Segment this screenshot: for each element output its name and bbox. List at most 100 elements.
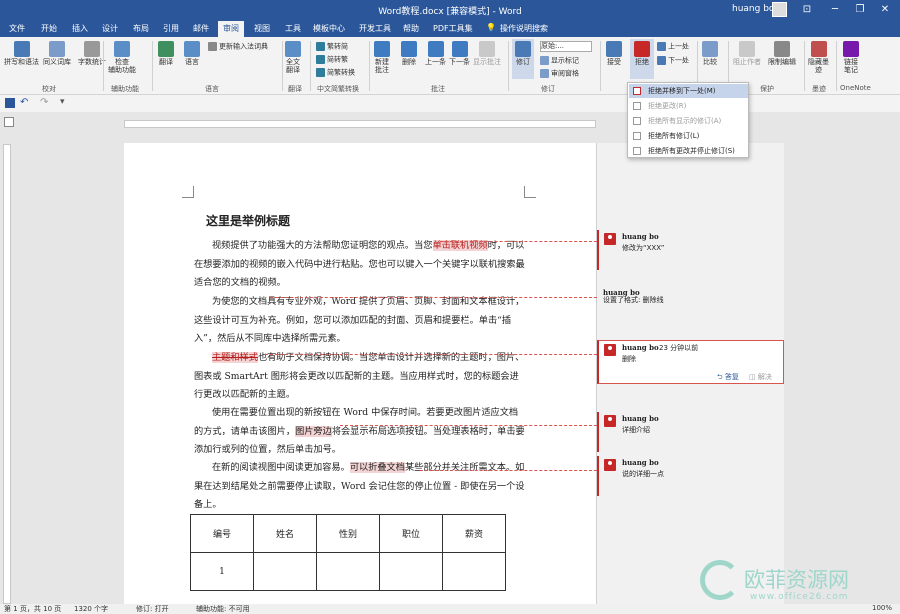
tab-insert[interactable]: 插入 (72, 23, 88, 34)
simp-to-trad-button[interactable]: 简转繁 (316, 55, 348, 64)
resolve-button[interactable]: ◫ 解决 (749, 372, 772, 382)
paragraph-2[interactable]: 为使您的文档具有专业外观，Word 提供了页眉、页脚、封面和文本框设计，这些设计… (194, 293, 526, 349)
vertical-ruler[interactable] (0, 134, 14, 604)
convert-icon (316, 68, 325, 77)
table-cell[interactable] (316, 552, 380, 591)
tell-me-search[interactable]: 操作说明搜索 (500, 23, 548, 34)
track-changes-button[interactable]: 修订 (512, 39, 534, 79)
reject-stop-icon (633, 147, 641, 155)
tab-selector-icon[interactable] (4, 117, 14, 127)
markup-mode-select[interactable]: 原始:... (540, 41, 592, 52)
paragraph-4[interactable]: 使用在需要位置出现的新按钮在 Word 中保存时间。若要更改图片适应文档的方式，… (194, 404, 526, 460)
comment-balloon[interactable]: huang bo 修改为“XXX” (597, 230, 784, 270)
next-change-button[interactable]: 下一处 (657, 56, 689, 65)
comment-author: huang bo (622, 343, 659, 352)
commented-text[interactable]: 图片旁边 (295, 425, 332, 437)
table-header-cell[interactable]: 姓名 (253, 514, 317, 553)
save-icon[interactable] (5, 98, 15, 108)
conversion-button[interactable]: 简繁转换 (316, 68, 355, 77)
tab-design[interactable]: 设计 (102, 23, 118, 34)
page-count[interactable]: 第 1 页，共 10 页 (4, 604, 61, 614)
spelling-button[interactable]: 拼写和语法 (4, 41, 39, 66)
menu-item-reject-and-next[interactable]: 拒绝并移到下一处(M) (629, 84, 748, 98)
tab-tools[interactable]: 工具 (285, 23, 301, 34)
tab-home[interactable]: 开始 (41, 23, 57, 34)
ribbon-display-icon[interactable]: ⊡ (800, 3, 814, 17)
menu-item-reject-all[interactable]: 拒绝所有修订(L) (629, 129, 748, 143)
block-authors-button[interactable]: 阻止作者 (733, 41, 761, 66)
table-header-cell[interactable]: 编号 (190, 514, 254, 553)
avatar[interactable] (772, 2, 787, 17)
redo-icon[interactable]: ↷ (40, 97, 48, 108)
show-comments-button[interactable]: 显示批注 (473, 41, 501, 66)
data-table[interactable]: 编号 姓名 性别 职位 薪资 1 (190, 514, 506, 591)
menu-item-reject-change[interactable]: 拒绝更改(R) (629, 99, 748, 113)
document-title[interactable]: 这里是举例标题 (0, 212, 496, 229)
review-pane-button[interactable]: 审阅窗格 (540, 69, 579, 78)
previous-change-button[interactable]: 上一处 (657, 42, 689, 51)
reject-shown-icon (633, 117, 641, 125)
table-header-cell[interactable]: 职位 (379, 514, 443, 553)
accessibility-status[interactable]: 辅助功能: 不可用 (196, 604, 250, 614)
onenote-button[interactable]: 链接 笔记 (843, 41, 859, 74)
tab-review[interactable]: 审阅 (218, 21, 244, 37)
accept-button[interactable]: 接受 (606, 41, 622, 66)
update-ime-button[interactable]: 更新输入法词典 (208, 42, 268, 51)
tab-references[interactable]: 引用 (163, 23, 179, 34)
customize-icon[interactable]: ▾ (60, 97, 65, 107)
format-balloon[interactable]: huang bo 设置了格式: 删除线 (597, 286, 784, 308)
restrict-editing-button[interactable]: 限制编辑 (768, 41, 796, 66)
check-accessibility-button[interactable]: 检查 辅助功能 (108, 41, 136, 74)
user-name[interactable]: huang bo (732, 4, 774, 14)
tab-layout[interactable]: 布局 (133, 23, 149, 34)
menu-item-reject-all-shown[interactable]: 拒绝所有显示的修订(A) (629, 114, 748, 128)
minimize-button[interactable]: ─ (828, 3, 842, 17)
table-cell[interactable]: 1 (190, 552, 254, 591)
tab-developer[interactable]: 开发工具 (359, 23, 391, 34)
commented-text[interactable]: 可以折叠文档 (349, 462, 405, 473)
next-comment-button[interactable]: 下一条 (449, 41, 470, 66)
restore-button[interactable]: ❐ (853, 3, 867, 17)
tab-help[interactable]: 帮助 (403, 23, 419, 34)
hide-ink-button[interactable]: 隐藏墨迹 (808, 41, 829, 74)
word-count-button[interactable]: 字数统计 (78, 41, 106, 66)
menu-item-reject-all-stop[interactable]: 拒绝所有更改并停止修订(S) (629, 144, 748, 158)
book-icon (49, 41, 65, 57)
delete-comment-button[interactable]: 删除 (401, 41, 417, 66)
comment-balloon-active[interactable]: huang bo 23 分钟以前 删除 ⮌ 答复 ◫ 解决 (597, 340, 784, 384)
thesaurus-button[interactable]: 同义词库 (43, 41, 71, 66)
ribbon-tabs: 文件 开始 插入 设计 布局 引用 邮件 审阅 视图 工具 模板中心 开发工具 … (0, 20, 900, 37)
zoom-level[interactable]: 100% (872, 604, 892, 612)
close-button[interactable]: ✕ (878, 3, 892, 17)
word-count[interactable]: 1320 个字 (74, 604, 108, 614)
tab-file[interactable]: 文件 (9, 23, 25, 34)
trad-to-simp-button[interactable]: 繁转简 (316, 42, 348, 51)
undo-icon[interactable]: ↶ (20, 97, 28, 108)
table-cell[interactable] (379, 552, 443, 591)
table-cell[interactable] (253, 552, 317, 591)
horizontal-ruler[interactable] (0, 112, 900, 134)
tab-mailings[interactable]: 邮件 (193, 23, 209, 34)
new-comment-button[interactable]: 新建 批注 (374, 41, 390, 74)
paragraph-3[interactable]: 主题和样式也有助于文档保持协调。当您单击设计并选择新的主题时，图片、图表或 Sm… (194, 349, 526, 405)
track-status[interactable]: 修订: 打开 (136, 604, 169, 614)
language-button[interactable]: 语言 (184, 41, 200, 66)
show-markup-button[interactable]: 显示标记 (540, 56, 579, 65)
comment-balloon[interactable]: huang bo 说的详细一点 (597, 456, 784, 496)
table-header-cell[interactable]: 薪资 (442, 514, 506, 553)
comment-balloon[interactable]: huang bo 详细介绍 (597, 412, 784, 452)
full-translate-button[interactable]: 全文 翻译 (285, 41, 301, 74)
reply-button[interactable]: ⮌ 答复 (717, 372, 739, 384)
compare-button[interactable]: 比较 (702, 41, 718, 66)
paragraph-5[interactable]: 在新的阅读视图中阅读更加容易。可以折叠文档某些部分并关注所需文本。如果在达到结尾… (194, 459, 526, 515)
table-cell[interactable] (442, 552, 506, 591)
previous-comment-button[interactable]: 上一条 (425, 41, 446, 66)
tab-pdf-tools[interactable]: PDF工具集 (433, 23, 473, 34)
tab-template-center[interactable]: 模板中心 (313, 23, 345, 34)
reject-button[interactable]: 拒绝 (630, 39, 654, 79)
tab-view[interactable]: 视图 (254, 23, 270, 34)
table-header-cell[interactable]: 性别 (316, 514, 380, 553)
translate-button[interactable]: 翻译 (158, 41, 174, 66)
deleted-text[interactable]: 主题和样式 (212, 352, 258, 363)
paragraph-1[interactable]: 视频提供了功能强大的方法帮助您证明您的观点。当您单击联机视频时，可以在想要添加的… (194, 237, 526, 293)
